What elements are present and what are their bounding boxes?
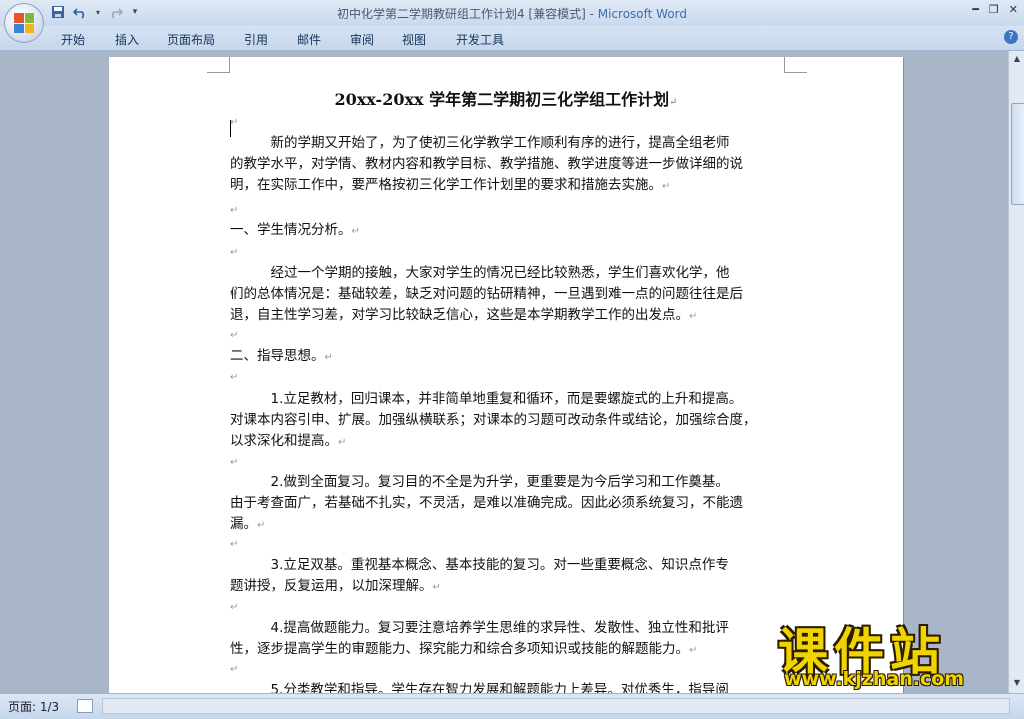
empty-paragraph-mark-icon: ↵ — [230, 372, 239, 383]
ribbon-tabs: 开始 插入 页面布局 引用 邮件 审阅 视图 开发工具 ? — [0, 26, 1024, 51]
paragraph-line: 经过一个学期的接触，大家对学生的情况已经比较熟悉，学生们喜欢化学，他 — [230, 265, 730, 281]
margin-corner-mark — [784, 57, 807, 73]
restore-icon[interactable]: ❐ — [989, 3, 999, 16]
watermark-logo: 课件站 www.kjzhan.com — [770, 612, 1020, 694]
paragraph-mark-icon: ↵ — [351, 226, 360, 237]
paragraph-line: 性，逐步提高学生的审题能力、探究能力和综合多项知识或技能的解题能力。↵ — [230, 641, 698, 657]
proofing-icon[interactable] — [77, 699, 93, 713]
office-button[interactable] — [4, 3, 44, 43]
paragraph-line: 3.立足双基。重视基本概念、基本技能的复习。对一些重要概念、知识点作专 — [230, 557, 729, 573]
document-paragraph: 2.做到全面复习。复习目的不全是为升学，更重要是为今后学习和工作奠基。 由于考查面… — [230, 472, 787, 536]
paragraph-line: 对课本内容引申、扩展。加强纵横联系；对课本的习题可改动条件或结论，加强综合度， — [230, 412, 757, 428]
empty-paragraph-mark-icon: ↵ — [230, 664, 239, 675]
tab-insert[interactable]: 插入 — [115, 31, 139, 48]
window-title-doc: 初中化学第二学期教研组工作计划4 [兼容模式] - — [336, 7, 598, 21]
paragraph-line: 题讲授，反复运用，以加深理解。↵ — [230, 578, 441, 594]
paragraph-mark-icon: ↵ — [669, 97, 678, 108]
paragraph-line: 明，在实际工作中，要严格按初三化学工作计划里的要求和措施去实施。↵ — [230, 177, 671, 193]
paragraph-mark-icon: ↵ — [338, 437, 347, 448]
document-paragraph: 4.提高做题能力。复习要注意培养学生思维的求异性、发散性、独立性和批评 性，逐步提… — [230, 618, 787, 661]
office-button-icon — [14, 13, 34, 33]
paragraph-mark-icon: ↵ — [662, 181, 671, 192]
paragraph-mark-icon: ↵ — [324, 352, 333, 363]
empty-paragraph-mark-icon: ↵ — [230, 539, 239, 550]
margin-corner-mark — [207, 57, 230, 73]
empty-paragraph-mark-icon: ↵ — [230, 602, 239, 613]
horizontal-scrollbar[interactable] — [102, 698, 1010, 714]
window-title: 初中化学第二学期教研组工作计划4 [兼容模式] - Microsoft Word — [0, 5, 1024, 22]
empty-paragraph-mark-icon: ↵ — [230, 330, 239, 341]
window-controls: ━ ❐ ✕ — [972, 3, 1018, 16]
status-bar: 页面: 1/3 — [0, 693, 1024, 719]
tab-review[interactable]: 审阅 — [350, 31, 374, 48]
document-paragraph: 新的学期又开始了，为了使初三化学教学工作顺利有序的进行，提高全组老师 的教学水平，… — [230, 133, 787, 197]
paragraph-line: 的教学水平，对学情、教材内容和教学目标、教学措施、教学进度等进一步做详细的说 — [230, 156, 743, 172]
tab-view[interactable]: 视图 — [402, 31, 426, 48]
paragraph-mark-icon: ↵ — [689, 645, 698, 656]
document-page[interactable]: 20xx-20xx 学年第二学期初三化学组工作计划↵ ↵ ↵ ↵ ↵ ↵ ↵ ↵ ↵ ↵ ↵ 新的… — [109, 57, 903, 693]
paragraph-line: 一、学生情况分析。↵ — [230, 222, 360, 238]
tab-page-layout[interactable]: 页面布局 — [167, 31, 215, 48]
paragraph-line: 退，自主性学习差，对学习比较缺乏信心，这些是本学期教学工作的出发点。↵ — [230, 307, 698, 323]
document-title: 20xx-20xx 学年第二学期初三化学组工作计划↵ — [109, 86, 903, 110]
paragraph-line: 1.立足教材，回归课本，并非简单地重复和循环，而是要螺旋式的上升和提高。 — [230, 391, 743, 407]
empty-paragraph-mark-icon: ↵ — [230, 247, 239, 258]
paragraph-line: 二、指导思想。↵ — [230, 348, 333, 364]
empty-paragraph-mark-icon: ↵ — [230, 205, 239, 216]
tab-home[interactable]: 开始 — [61, 31, 85, 48]
paragraph-line: 2.做到全面复习。复习目的不全是为升学，更重要是为今后学习和工作奠基。 — [230, 474, 729, 490]
document-title-text: 20xx-20xx 学年第二学期初三化学组工作计划 — [334, 90, 670, 109]
paragraph-line: 新的学期又开始了，为了使初三化学教学工作顺利有序的进行，提高全组老师 — [230, 135, 730, 151]
paragraph-mark-icon: ↵ — [689, 311, 698, 322]
tab-developer[interactable]: 开发工具 — [456, 31, 504, 48]
vertical-scrollbar[interactable]: ▲ ▼ — [1008, 51, 1024, 693]
scroll-up-icon[interactable]: ▲ — [1011, 53, 1023, 65]
paragraph-line: 由于考查面广，若基础不扎实，不灵活，是难以准确完成。因此必须系统复习，不能遗 — [230, 495, 743, 511]
title-bar: ▾ ▾ 初中化学第二学期教研组工作计划4 [兼容模式] - Microsoft … — [0, 0, 1024, 27]
paragraph-line: 们的总体情况是：基础较差，缺乏对问题的钻研精神，一旦遇到难一点的问题往往是后 — [230, 286, 743, 302]
document-paragraph: 经过一个学期的接触，大家对学生的情况已经比较熟悉，学生们喜欢化学，他 们的总体情况… — [230, 263, 787, 327]
scroll-thumb[interactable] — [1011, 103, 1024, 205]
document-paragraph: 3.立足双基。重视基本概念、基本技能的复习。对一些重要概念、知识点作专 题讲授，反… — [230, 555, 787, 598]
empty-paragraph-mark-icon: ↵ — [230, 117, 239, 128]
tab-mailings[interactable]: 邮件 — [297, 31, 321, 48]
watermark-url: www.kjzhan.com — [784, 668, 965, 690]
paragraph-line: 5.分类教学和指导。学生存在智力发展和解题能力上差异。对优秀生，指导阅 — [230, 682, 729, 693]
document-workspace: 20xx-20xx 学年第二学期初三化学组工作计划↵ ↵ ↵ ↵ ↵ ↵ ↵ ↵ ↵ ↵ ↵ 新的… — [0, 51, 1008, 693]
empty-paragraph-mark-icon: ↵ — [230, 457, 239, 468]
paragraph-line: 4.提高做题能力。复习要注意培养学生思维的求异性、发散性、独立性和批评 — [230, 620, 729, 636]
help-icon[interactable]: ? — [1004, 30, 1018, 44]
window-title-app: Microsoft Word — [597, 7, 688, 21]
close-icon[interactable]: ✕ — [1009, 3, 1018, 16]
document-paragraph: 5.分类教学和指导。学生存在智力发展和解题能力上差异。对优秀生，指导阅 — [230, 680, 787, 693]
paragraph-mark-icon: ↵ — [432, 582, 441, 593]
document-paragraph: 1.立足教材，回归课本，并非简单地重复和循环，而是要螺旋式的上升和提高。 对课本内… — [230, 389, 787, 453]
document-paragraph: 二、指导思想。↵ — [230, 346, 787, 368]
minimize-icon[interactable]: ━ — [972, 3, 979, 16]
paragraph-line: 漏。↵ — [230, 516, 266, 532]
page-count[interactable]: 页面: 1/3 — [8, 698, 59, 715]
tab-references[interactable]: 引用 — [244, 31, 268, 48]
document-paragraph: 一、学生情况分析。↵ — [230, 220, 787, 242]
paragraph-line: 以求深化和提高。↵ — [230, 433, 347, 449]
paragraph-mark-icon: ↵ — [257, 520, 266, 531]
